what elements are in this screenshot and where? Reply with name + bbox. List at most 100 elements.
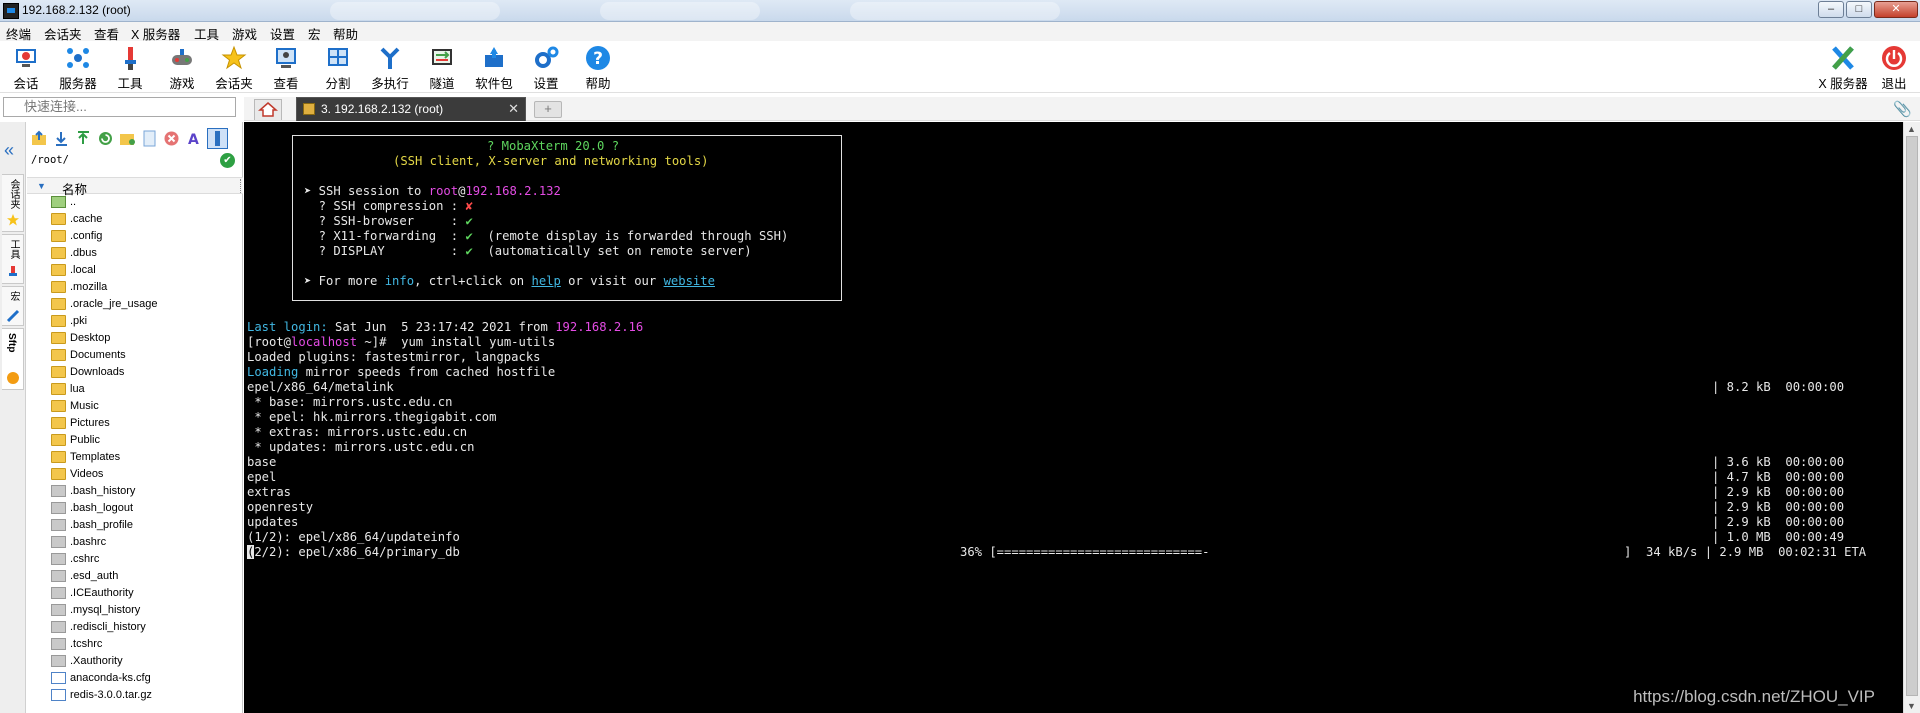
sidebar-tab-macros[interactable]: 宏 — [2, 286, 24, 326]
repo-stat: | 2.9 kB 00:00:00 — [1712, 515, 1845, 529]
file-row[interactable]: .pki — [27, 313, 243, 330]
scroll-up-icon[interactable]: ▲ — [1907, 124, 1916, 134]
file-row[interactable]: .bashrc — [27, 534, 243, 551]
maximize-button[interactable]: □ — [1846, 1, 1872, 18]
mobaxterm-icon — [3, 3, 19, 19]
repo-stat: | 1.0 MB 00:00:49 — [1712, 530, 1845, 544]
new-file-icon[interactable] — [141, 130, 158, 147]
file-row[interactable]: Templates — [27, 449, 243, 466]
website-link[interactable]: website — [664, 274, 715, 288]
help-link[interactable]: help — [531, 274, 560, 288]
refresh-icon[interactable] — [97, 130, 114, 147]
sessions-folder-button[interactable]: 会话夹 — [209, 44, 259, 92]
file-row[interactable]: .esd_auth — [27, 568, 243, 585]
file-row[interactable]: Music — [27, 398, 243, 415]
checkmark-icon[interactable]: ✔ — [220, 153, 235, 168]
collapse-icon[interactable]: « — [4, 140, 14, 161]
multiexec-button[interactable]: 多执行 — [365, 44, 415, 92]
split-button[interactable]: 分割 — [313, 44, 363, 92]
close-button[interactable]: ✕ — [1874, 1, 1918, 18]
xserver-button[interactable]: X 服务器 — [1815, 44, 1871, 92]
current-path: /root/ — [31, 154, 69, 166]
exit-button[interactable]: 退出 — [1869, 44, 1919, 92]
repo-stat: | 3.6 kB 00:00:00 — [1712, 455, 1845, 469]
packages-button[interactable]: 软件包 — [469, 44, 519, 92]
sftp-browser: A /root/ ✔ ▼ 名称 .. .cache .config .dbus … — [27, 122, 243, 713]
folder-icon — [51, 298, 66, 310]
file-row[interactable]: .dbus — [27, 245, 243, 262]
file-row[interactable]: anaconda-ks.cfg — [27, 670, 243, 687]
file-row[interactable]: .config — [27, 228, 243, 245]
file-row[interactable]: Documents — [27, 347, 243, 364]
file-row[interactable]: .local — [27, 262, 243, 279]
paperclip-icon[interactable]: 📎 — [1893, 100, 1912, 118]
file-row[interactable]: .mozilla — [27, 279, 243, 296]
delete-icon[interactable] — [163, 130, 180, 147]
background-tab — [850, 2, 1060, 20]
tab-session-3[interactable]: 3. 192.168.2.132 (root) ✕ — [296, 97, 526, 121]
file-row[interactable]: .. — [27, 194, 243, 211]
repo-stat: | 2.9 kB 00:00:00 — [1712, 500, 1845, 514]
tab-close-icon[interactable]: ✕ — [508, 101, 519, 117]
new-folder-icon[interactable] — [119, 130, 136, 147]
sidebar-tab-tools[interactable]: 工具 — [2, 234, 24, 284]
scrollbar-thumb[interactable] — [1906, 136, 1918, 696]
sftp-path-bar[interactable]: /root/ ✔ — [27, 152, 243, 170]
file-row[interactable]: redis-3.0.0.tar.gz — [27, 687, 243, 704]
repo-line: openresty — [247, 500, 314, 514]
repo-line: (1/2): epel/x86_64/updateinfo — [247, 530, 460, 544]
download-icon[interactable] — [53, 130, 70, 147]
folder-icon — [51, 349, 66, 361]
file-row[interactable]: .Xauthority — [27, 653, 243, 670]
tools-button[interactable]: 工具 — [105, 44, 155, 92]
terminal-view[interactable]: ? MobaXterm 20.0 ? (SSH client, X-server… — [244, 122, 1903, 713]
home-tab[interactable] — [254, 99, 282, 120]
file-row[interactable]: Downloads — [27, 364, 243, 381]
file-row[interactable]: Videos — [27, 466, 243, 483]
sidebar-tab-sftp[interactable]: Sftp — [2, 328, 24, 390]
progress-stat: ] 34 kB/s | 2.9 MB 00:02:31 ETA — [1624, 545, 1867, 559]
file-row[interactable]: .ICEauthority — [27, 585, 243, 602]
follow-terminal-icon[interactable] — [207, 128, 228, 149]
view-button[interactable]: 查看 — [261, 44, 311, 92]
rename-icon[interactable]: A — [185, 130, 202, 147]
file-row[interactable]: .mysql_history — [27, 602, 243, 619]
quick-connect-placeholder: 快速连接... — [24, 99, 87, 114]
games-button[interactable]: 游戏 — [157, 44, 207, 92]
upload-icon[interactable] — [75, 130, 92, 147]
file-row[interactable]: Pictures — [27, 415, 243, 432]
file-row[interactable]: Desktop — [27, 330, 243, 347]
file-row[interactable]: .bash_logout — [27, 500, 243, 517]
terminal-scrollbar[interactable]: ▲ ▼ — [1903, 122, 1920, 713]
main-toolbar: 会话 服务器 工具 游戏 会话夹 查看 分割 多执行 隧道 软件包 设置 ? 帮… — [0, 41, 1920, 93]
sidebar-tab-sessions[interactable]: 会话夹 — [2, 174, 24, 232]
view-icon — [276, 48, 296, 68]
upload-folder-icon[interactable] — [31, 130, 48, 147]
tunnel-button[interactable]: 隧道 — [417, 44, 467, 92]
file-row[interactable]: .bash_profile — [27, 517, 243, 534]
folder-icon — [51, 383, 66, 395]
file-row[interactable]: Public — [27, 432, 243, 449]
file-list-header[interactable]: ▼ 名称 — [27, 177, 243, 197]
session-button[interactable]: 会话 — [1, 44, 51, 92]
file-row[interactable]: .cshrc — [27, 551, 243, 568]
quick-connect-input[interactable]: 快速连接... — [3, 97, 236, 117]
scroll-down-icon[interactable]: ▼ — [1907, 701, 1916, 711]
minimize-button[interactable]: – — [1818, 1, 1844, 18]
help-button[interactable]: ? 帮助 — [573, 44, 623, 92]
servers-button[interactable]: 服务器 — [53, 44, 103, 92]
file-icon — [51, 485, 66, 497]
new-tab-button[interactable]: + — [534, 101, 562, 118]
file-row[interactable]: .bash_history — [27, 483, 243, 500]
folder-icon — [51, 315, 66, 327]
file-row[interactable]: .cache — [27, 211, 243, 228]
file-row[interactable]: .rediscli_history — [27, 619, 243, 636]
mirror-line: * updates: mirrors.ustc.edu.cn — [247, 440, 475, 454]
file-row[interactable]: lua — [27, 381, 243, 398]
file-row[interactable]: .oracle_jre_usage — [27, 296, 243, 313]
column-resize-handle[interactable] — [240, 179, 243, 193]
settings-button[interactable]: 设置 — [521, 44, 571, 92]
file-row[interactable]: .tcshrc — [27, 636, 243, 653]
download-progress-line: (2/2): epel/x86_64/primary_db — [247, 545, 460, 559]
games-icon — [172, 49, 192, 65]
